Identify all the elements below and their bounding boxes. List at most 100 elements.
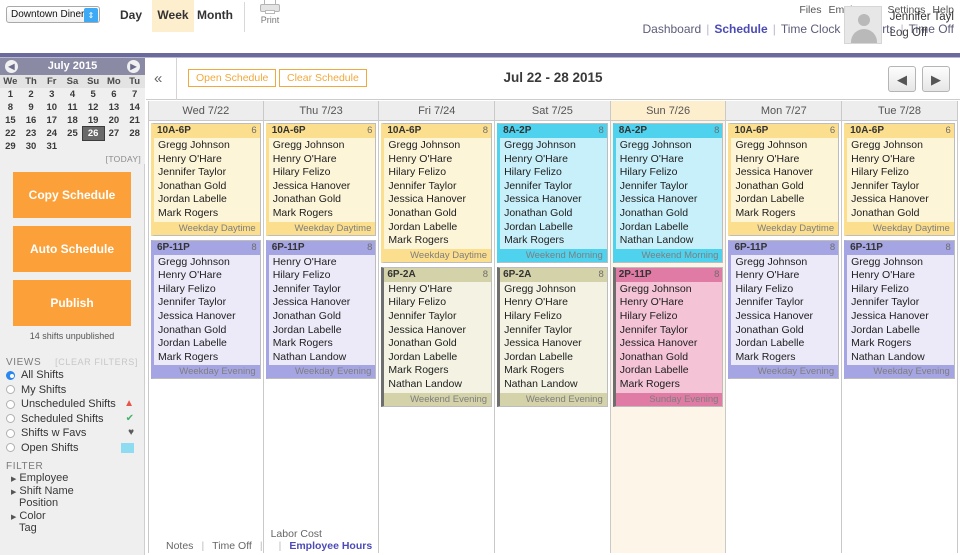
- employee-name[interactable]: Jessica Hanover: [504, 193, 604, 207]
- shift-block[interactable]: 6P-11P 8 Gregg Johnson Henry O'Hare Hilary F…: [728, 239, 840, 380]
- calendar-day[interactable]: 5: [82, 88, 104, 101]
- employee-name[interactable]: Gregg Johnson: [851, 256, 951, 270]
- employee-name[interactable]: Henry O'Hare: [388, 283, 488, 297]
- store-selector[interactable]: Downtown Diner ⇕: [6, 6, 100, 23]
- nav-schedule[interactable]: Schedule: [714, 22, 767, 36]
- radio-button[interactable]: [6, 414, 15, 424]
- day-column-header[interactable]: Thu 7/23: [263, 101, 379, 121]
- employee-name[interactable]: Henry O'Hare: [158, 269, 257, 283]
- filter-shift-name[interactable]: ▶ Shift Name: [6, 485, 144, 498]
- employee-name[interactable]: Hilary Felizo: [735, 283, 835, 297]
- employee-name[interactable]: Gregg Johnson: [158, 139, 257, 153]
- view-option-open-shifts[interactable]: Open Shifts: [6, 441, 144, 456]
- prev-week-button[interactable]: ◀: [888, 66, 916, 92]
- calendar-day[interactable]: 16: [20, 114, 42, 127]
- shift-block[interactable]: 10A-6P 6 Gregg Johnson Henry O'Hare Jennifer…: [151, 123, 261, 236]
- radio-button[interactable]: [6, 370, 15, 380]
- employee-name[interactable]: Jonathan Gold: [388, 207, 488, 221]
- employee-name[interactable]: Henry O'Hare: [851, 269, 951, 283]
- shift-block[interactable]: 10A-6P 6 Gregg Johnson Henry O'Hare Hilary F…: [844, 123, 955, 236]
- employee-name[interactable]: Jordan Labelle: [158, 337, 257, 351]
- calendar-day[interactable]: 9: [20, 101, 42, 114]
- employee-name[interactable]: Hilary Felizo: [504, 166, 604, 180]
- employee-name[interactable]: Hilary Felizo: [273, 166, 373, 180]
- employee-name[interactable]: Jessica Hanover: [620, 337, 720, 351]
- employee-name[interactable]: Jessica Hanover: [851, 310, 951, 324]
- employee-name[interactable]: Gregg Johnson: [620, 139, 720, 153]
- shift-block[interactable]: 8A-2P 8 Gregg Johnson Henry O'Hare Hilary Fe…: [612, 123, 724, 263]
- calendar-day[interactable]: 3: [41, 88, 63, 101]
- calendar-day[interactable]: 31: [41, 140, 63, 153]
- employee-name[interactable]: Jonathan Gold: [158, 324, 257, 338]
- footer-tab-notes[interactable]: Notes: [166, 540, 193, 552]
- user-box[interactable]: Jennifer Tayl Log Off: [843, 6, 954, 44]
- employee-name[interactable]: Mark Rogers: [273, 337, 373, 351]
- filter-tag[interactable]: Tag: [6, 522, 144, 535]
- employee-name[interactable]: Gregg Johnson: [388, 139, 488, 153]
- employee-name[interactable]: Gregg Johnson: [620, 283, 720, 297]
- shift-block[interactable]: 6P-11P 8 Gregg Johnson Henry O'Hare Hilary F…: [844, 239, 955, 380]
- next-week-button[interactable]: ▶: [922, 66, 950, 92]
- employee-name[interactable]: Jonathan Gold: [620, 207, 720, 221]
- radio-button[interactable]: [6, 399, 15, 409]
- calendar-day[interactable]: 17: [41, 114, 63, 127]
- calendar-day[interactable]: 7: [124, 88, 145, 101]
- employee-name[interactable]: Jordan Labelle: [851, 324, 951, 338]
- calendar-day[interactable]: 20: [103, 114, 125, 127]
- employee-name[interactable]: Hilary Felizo: [388, 166, 488, 180]
- employee-name[interactable]: Hilary Felizo: [620, 310, 720, 324]
- employee-name[interactable]: Jessica Hanover: [504, 337, 604, 351]
- footer-tab-employee-hours[interactable]: Employee Hours: [289, 540, 372, 552]
- employee-name[interactable]: Jonathan Gold: [273, 310, 373, 324]
- employee-name[interactable]: Hilary Felizo: [504, 310, 604, 324]
- employee-name[interactable]: Jennifer Taylor: [158, 166, 257, 180]
- day-column-header[interactable]: Sat 7/25: [495, 101, 610, 121]
- employee-name[interactable]: Mark Rogers: [273, 207, 373, 221]
- calendar-next-icon[interactable]: ▶: [127, 60, 140, 73]
- employee-name[interactable]: Jordan Labelle: [388, 221, 488, 235]
- employee-name[interactable]: Nathan Landow: [273, 351, 373, 365]
- employee-name[interactable]: Jessica Hanover: [735, 166, 835, 180]
- publish-button[interactable]: Publish: [13, 280, 131, 326]
- employee-name[interactable]: Jennifer Taylor: [735, 296, 835, 310]
- view-option-my-shifts[interactable]: My Shifts: [6, 383, 144, 398]
- calendar-day[interactable]: 28: [124, 127, 145, 140]
- employee-name[interactable]: Jonathan Gold: [273, 193, 373, 207]
- employee-name[interactable]: Henry O'Hare: [388, 153, 488, 167]
- employee-name[interactable]: Mark Rogers: [620, 378, 720, 392]
- calendar-day[interactable]: 25: [62, 127, 83, 140]
- employee-name[interactable]: Nathan Landow: [504, 378, 604, 392]
- shift-block[interactable]: 10A-6P 8 Gregg Johnson Henry O'Hare Hilary F…: [381, 123, 493, 263]
- employee-name[interactable]: Henry O'Hare: [504, 153, 604, 167]
- employee-name[interactable]: Mark Rogers: [388, 234, 488, 248]
- employee-name[interactable]: Henry O'Hare: [620, 153, 720, 167]
- employee-name[interactable]: Jonathan Gold: [735, 180, 835, 194]
- employee-name[interactable]: Gregg Johnson: [504, 139, 604, 153]
- employee-name[interactable]: Jordan Labelle: [504, 351, 604, 365]
- employee-name[interactable]: Jonathan Gold: [620, 351, 720, 365]
- calendar-day[interactable]: 1: [0, 88, 21, 101]
- view-option-unscheduled-shifts[interactable]: Unscheduled Shifts ▲: [6, 397, 144, 412]
- view-tab-month[interactable]: Month: [194, 0, 236, 32]
- employee-name[interactable]: Jessica Hanover: [388, 324, 488, 338]
- radio-button[interactable]: [6, 428, 15, 438]
- view-option-shifts-w-favs[interactable]: Shifts w Favs ♥: [6, 426, 144, 441]
- nav-link-files[interactable]: Files: [799, 4, 821, 16]
- employee-name[interactable]: Henry O'Hare: [735, 269, 835, 283]
- calendar-day[interactable]: 10: [41, 101, 63, 114]
- day-column-header[interactable]: Fri 7/24: [379, 101, 495, 121]
- employee-name[interactable]: Hilary Felizo: [620, 166, 720, 180]
- calendar-day[interactable]: 8: [0, 101, 21, 114]
- employee-name[interactable]: Mark Rogers: [735, 207, 835, 221]
- calendar-day[interactable]: 12: [82, 101, 104, 114]
- employee-name[interactable]: Jessica Hanover: [620, 193, 720, 207]
- calendar-day[interactable]: 26: [81, 126, 105, 141]
- view-tab-day[interactable]: Day: [110, 0, 152, 32]
- employee-name[interactable]: Jennifer Taylor: [851, 296, 951, 310]
- employee-name[interactable]: Jennifer Taylor: [388, 310, 488, 324]
- auto-schedule-button[interactable]: Auto Schedule: [13, 226, 131, 272]
- view-option-scheduled-shifts[interactable]: Scheduled Shifts ✔: [6, 412, 144, 427]
- employee-name[interactable]: Henry O'Hare: [851, 153, 951, 167]
- calendar-day[interactable]: 23: [20, 127, 42, 140]
- employee-name[interactable]: Hilary Felizo: [851, 283, 951, 297]
